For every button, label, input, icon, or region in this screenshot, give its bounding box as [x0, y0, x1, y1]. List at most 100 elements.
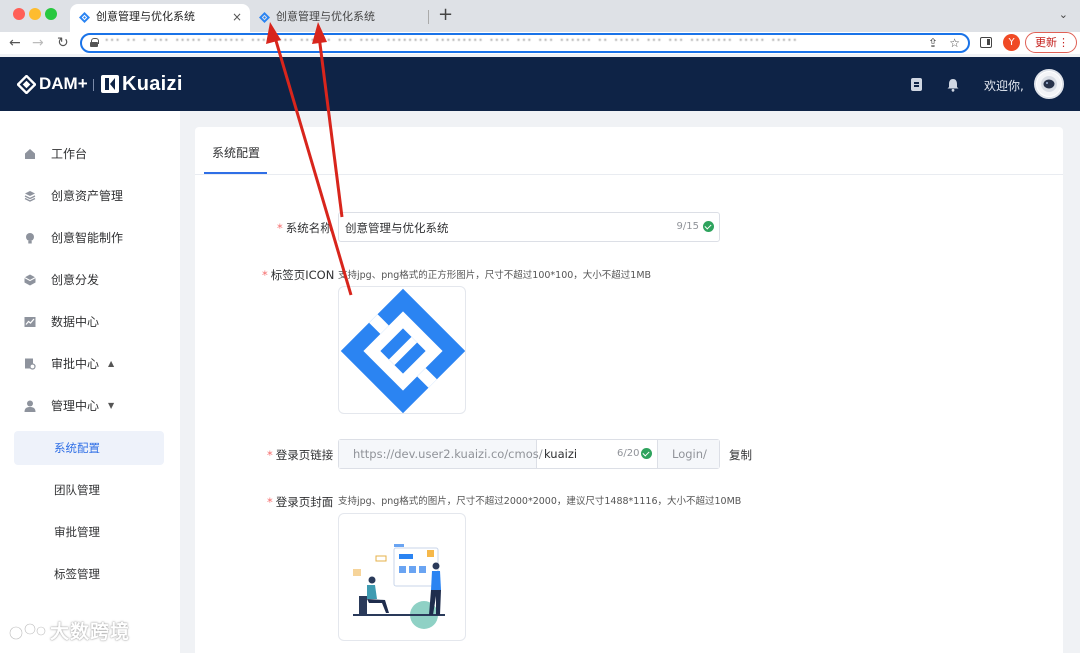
- required-mark: *: [262, 268, 268, 282]
- system-name-counter: 9/15: [676, 221, 699, 232]
- tab-title: 创意管理与优化系统: [276, 10, 375, 23]
- update-label: 更新: [1035, 36, 1057, 49]
- reload-icon[interactable]: ↻: [57, 34, 69, 52]
- browser-tab-active[interactable]: 创意管理与优化系统 ×: [70, 4, 250, 32]
- user-icon: [24, 400, 36, 412]
- new-tab-button[interactable]: +: [438, 4, 453, 26]
- tab-icon-preview: [340, 288, 465, 413]
- tab-icon-upload[interactable]: [338, 286, 466, 414]
- browser-tab-bar: 创意管理与优化系统 × 创意管理与优化系统 + ⌄: [0, 0, 1080, 32]
- required-mark: *: [277, 221, 283, 235]
- login-link-label: * 登录页链接: [267, 447, 333, 463]
- home-icon: [25, 149, 35, 159]
- welcome-text: 欢迎你,: [984, 79, 1024, 93]
- login-cover-upload[interactable]: [338, 513, 466, 641]
- sidebar-subitem-label: 审批管理: [54, 525, 100, 539]
- sidebar-subitem-approval-management[interactable]: 审批管理: [14, 515, 164, 549]
- minimize-window-button[interactable]: [29, 8, 41, 20]
- cube-icon: [24, 274, 36, 286]
- tab-icon-label-text: 标签页ICON: [270, 268, 335, 282]
- dam-logo-text: DAM+: [39, 74, 88, 93]
- bell-icon[interactable]: [946, 78, 960, 92]
- sidebar-item-label: 创意智能制作: [51, 231, 124, 245]
- caret-up-icon: ▲: [108, 359, 115, 368]
- required-mark: *: [267, 448, 273, 462]
- kuaizi-logo-text: Kuaizi: [122, 73, 183, 95]
- watermark-logo-icon: [8, 622, 47, 641]
- tab-title: 创意管理与优化系统: [96, 10, 195, 23]
- more-menu-icon: ⋮: [1058, 36, 1069, 49]
- sidebar-item-label: 管理中心: [51, 399, 100, 413]
- astronaut-avatar-icon: [1037, 72, 1061, 96]
- user-avatar[interactable]: [1034, 69, 1064, 99]
- sidebar-item-distribution[interactable]: 创意分发: [0, 262, 180, 298]
- browser-tab-inactive[interactable]: 创意管理与优化系统: [250, 4, 430, 32]
- document-icon[interactable]: [911, 78, 922, 91]
- tab-search-icon[interactable]: ⌄: [1059, 8, 1068, 21]
- login-link-counter: 6/20: [617, 448, 640, 459]
- maximize-window-button[interactable]: [45, 8, 57, 20]
- kuaizi-logo[interactable]: Kuaizi: [101, 72, 183, 96]
- login-link-prefix: https://dev.user2.kuaizi.co/cmos/: [339, 440, 543, 468]
- lock-icon[interactable]: [90, 38, 99, 47]
- sidebar-subitem-label: 标签管理: [54, 567, 100, 581]
- watermark: 大数跨境: [8, 619, 130, 645]
- system-name-input[interactable]: 创意管理与优化系统 9/15: [338, 212, 720, 242]
- bookmark-star-icon[interactable]: ☆: [949, 36, 960, 50]
- update-button[interactable]: 更新 ⋮: [1025, 32, 1077, 53]
- dam-diamond-icon: [17, 75, 36, 94]
- sidebar-item-data-center[interactable]: 数据中心: [0, 304, 180, 340]
- login-link-suffix: Login/: [657, 440, 719, 468]
- diamond-logo-icon: [79, 12, 90, 23]
- sidebar-item-smart-production[interactable]: 创意智能制作: [0, 220, 180, 256]
- sidebar-item-asset-management[interactable]: 创意资产管理: [0, 178, 180, 214]
- share-icon[interactable]: ⇪: [928, 36, 938, 50]
- close-window-button[interactable]: [13, 8, 25, 20]
- dam-logo[interactable]: DAM+: [17, 74, 88, 94]
- required-mark: *: [267, 495, 273, 509]
- sidebar-item-label: 创意分发: [51, 273, 100, 287]
- address-bar[interactable]: ··· ·· · ··· ····· ······· ···· ··· ····…: [80, 33, 970, 53]
- sidebar-item-workbench[interactable]: 工作台: [0, 136, 180, 172]
- caret-down-icon: ▼: [108, 401, 115, 410]
- app-header: DAM+ Kuaizi 欢迎你,: [0, 57, 1080, 111]
- valid-check-icon: [703, 221, 714, 232]
- system-name-label: * 系统名称: [277, 220, 332, 236]
- login-cover-hint: 支持jpg、png格式的图片，尺寸不超过2000*2000，建议尺寸1488*1…: [338, 496, 742, 507]
- sidebar-item-label: 工作台: [51, 147, 88, 161]
- login-link-slug-input[interactable]: kuaizi: [544, 447, 577, 461]
- bulb-icon: [26, 233, 34, 244]
- valid-check-icon: [641, 448, 652, 459]
- copy-link-button[interactable]: 复制: [729, 447, 752, 463]
- system-name-label-text: 系统名称: [285, 221, 332, 235]
- sidebar-subitem-label: 团队管理: [54, 483, 100, 497]
- sidebar-item-label: 数据中心: [51, 315, 100, 329]
- login-cover-label: * 登录页封面: [267, 494, 333, 510]
- sidebar-item-approval-center[interactable]: 审批中心 ▲: [0, 346, 180, 382]
- tab-system-config[interactable]: 系统配置: [212, 144, 260, 161]
- sidebar: 工作台 创意资产管理 创意智能制作 创意分发 数据中心 审批中心 ▲ 管理中心 …: [0, 111, 180, 653]
- close-tab-icon[interactable]: ×: [232, 4, 242, 30]
- chart-icon: [24, 317, 36, 327]
- sidebar-subitem-tag-management[interactable]: 标签管理: [14, 557, 164, 591]
- browser-toolbar: ← → ↻ ··· ·· · ··· ····· ······· ···· ··…: [0, 32, 1080, 54]
- back-arrow-icon[interactable]: ←: [9, 34, 21, 52]
- login-cover-preview: [353, 544, 445, 629]
- login-link-input-group: https://dev.user2.kuaizi.co/cmos/ kuaizi…: [338, 439, 720, 469]
- tab-separator: [428, 10, 429, 24]
- layers-icon: [24, 191, 36, 202]
- watermark-text: 大数跨境: [50, 621, 131, 643]
- kuaizi-mark-icon: [101, 75, 119, 93]
- profile-avatar[interactable]: Y: [1003, 34, 1020, 51]
- sidebar-item-management-center[interactable]: 管理中心 ▼: [0, 388, 180, 424]
- forward-arrow-icon[interactable]: →: [32, 34, 44, 52]
- tab-icon-label: * 标签页ICON: [262, 267, 334, 283]
- logo-divider: [93, 79, 94, 91]
- url-text[interactable]: ··· ·· · ··· ····· ······· ···· ··· ····…: [104, 36, 914, 50]
- sidebar-subitem-system-config[interactable]: 系统配置: [14, 431, 164, 465]
- sidebar-subitem-team-management[interactable]: 团队管理: [14, 473, 164, 507]
- system-name-value[interactable]: 创意管理与优化系统: [345, 220, 449, 236]
- side-panel-icon[interactable]: [980, 37, 992, 48]
- tab-divider: [195, 174, 1063, 175]
- sidebar-subitem-label: 系统配置: [54, 441, 100, 455]
